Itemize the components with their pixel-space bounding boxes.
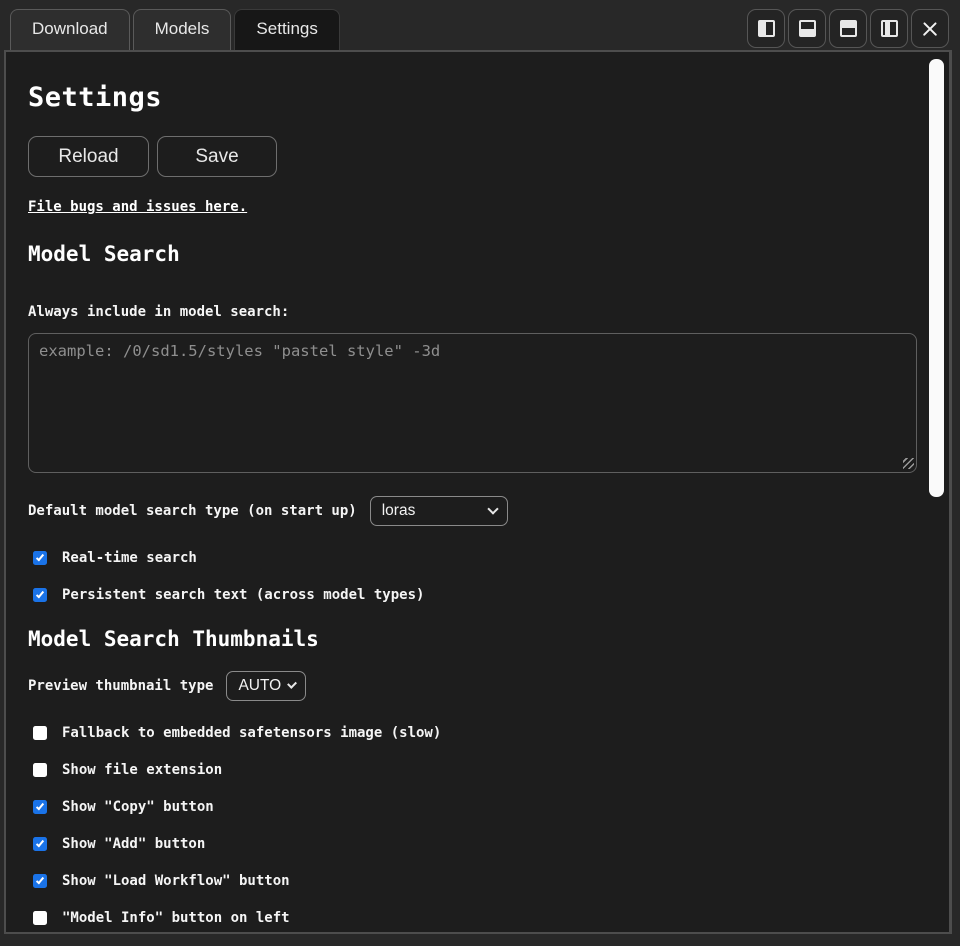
preview-thumbnail-type-label: Preview thumbnail type	[28, 678, 213, 694]
dock-bottom-button[interactable]	[788, 9, 826, 48]
default-search-type-label: Default model search type (on start up)	[28, 503, 357, 519]
vertical-scrollbar-thumb[interactable]	[929, 59, 944, 497]
show-file-extension-label[interactable]: Show file extension	[62, 762, 222, 778]
tab-settings[interactable]: Settings	[234, 9, 339, 50]
default-search-type-select[interactable]: loras	[370, 496, 508, 526]
show-load-workflow-row: Show "Load Workflow" button	[33, 873, 909, 889]
fallback-safetensors-label[interactable]: Fallback to embedded safetensors image (…	[62, 725, 441, 741]
tab-bar: Download Models Settings	[0, 0, 960, 50]
show-load-workflow-label[interactable]: Show "Load Workflow" button	[62, 873, 290, 889]
show-add-button-checkbox[interactable]	[33, 837, 47, 851]
realtime-search-checkbox[interactable]	[33, 551, 47, 565]
thumbnails-heading: Model Search Thumbnails	[28, 627, 909, 651]
show-copy-button-row: Show "Copy" button	[33, 799, 909, 815]
dock-top-button[interactable]	[829, 9, 867, 48]
window-controls	[747, 9, 949, 48]
tab-download[interactable]: Download	[10, 9, 130, 50]
save-button[interactable]: Save	[157, 136, 277, 177]
default-search-type-value: loras	[382, 502, 416, 520]
show-load-workflow-checkbox[interactable]	[33, 874, 47, 888]
close-icon	[920, 19, 940, 39]
reload-button[interactable]: Reload	[28, 136, 149, 177]
show-add-button-label[interactable]: Show "Add" button	[62, 836, 205, 852]
always-include-label: Always include in model search:	[28, 304, 909, 320]
textarea-resize-handle[interactable]	[903, 458, 914, 469]
realtime-search-row: Real-time search	[33, 550, 909, 566]
dock-right-button[interactable]	[870, 9, 908, 48]
preview-thumbnail-type-row: Preview thumbnail type AUTO	[28, 671, 909, 701]
fallback-safetensors-checkbox[interactable]	[33, 726, 47, 740]
page-title: Settings	[28, 82, 909, 113]
preview-thumbnail-type-select[interactable]: AUTO	[226, 671, 306, 701]
settings-panel: Settings Reload Save File bugs and issue…	[4, 50, 952, 934]
realtime-search-label[interactable]: Real-time search	[62, 550, 197, 566]
model-info-left-row: "Model Info" button on left	[33, 910, 909, 926]
show-file-extension-row: Show file extension	[33, 762, 909, 778]
chevron-down-icon	[487, 503, 498, 514]
model-info-left-checkbox[interactable]	[33, 911, 47, 925]
dock-top-icon	[840, 20, 857, 37]
model-search-heading: Model Search	[28, 242, 909, 266]
close-button[interactable]	[911, 9, 949, 48]
persistent-search-checkbox[interactable]	[33, 588, 47, 602]
settings-content: Settings Reload Save File bugs and issue…	[6, 52, 949, 934]
tab-models[interactable]: Models	[133, 9, 232, 50]
show-copy-button-checkbox[interactable]	[33, 800, 47, 814]
action-row: Reload Save	[28, 136, 909, 177]
file-bugs-link[interactable]: File bugs and issues here.	[28, 199, 247, 215]
default-search-type-row: Default model search type (on start up) …	[28, 496, 909, 526]
preview-thumbnail-type-value: AUTO	[238, 677, 281, 695]
show-copy-button-label[interactable]: Show "Copy" button	[62, 799, 214, 815]
model-info-left-label[interactable]: "Model Info" button on left	[62, 910, 290, 926]
chevron-down-icon	[287, 679, 297, 689]
dock-left-button[interactable]	[747, 9, 785, 48]
always-include-wrap	[28, 333, 917, 473]
dock-right-icon	[881, 20, 898, 37]
dock-bottom-icon	[799, 20, 816, 37]
persistent-search-label[interactable]: Persistent search text (across model typ…	[62, 587, 424, 603]
persistent-search-row: Persistent search text (across model typ…	[33, 587, 909, 603]
show-add-button-row: Show "Add" button	[33, 836, 909, 852]
show-file-extension-checkbox[interactable]	[33, 763, 47, 777]
tab-strip: Download Models Settings	[10, 9, 340, 50]
fallback-safetensors-row: Fallback to embedded safetensors image (…	[33, 725, 909, 741]
dock-left-icon	[758, 20, 775, 37]
always-include-textarea[interactable]	[28, 333, 917, 473]
